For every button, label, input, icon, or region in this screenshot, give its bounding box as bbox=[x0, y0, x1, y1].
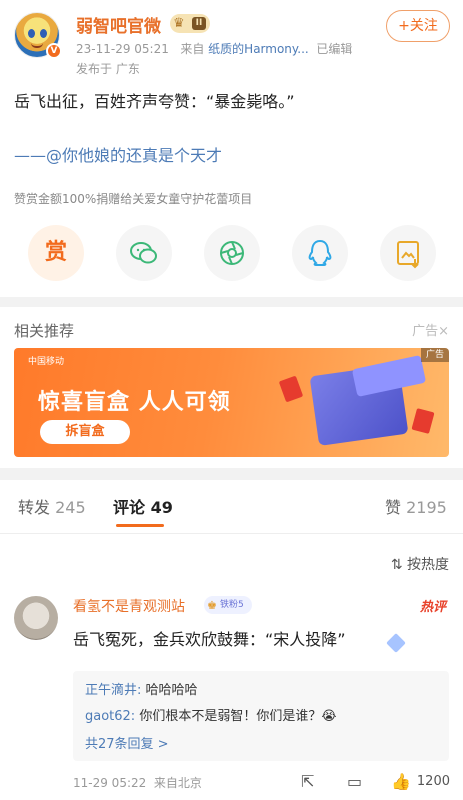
share-icon[interactable]: ⇱ bbox=[301, 772, 314, 791]
comment-text: 岳飞冤死，金兵欢欣鼓舞：“宋人投降” bbox=[73, 630, 346, 649]
red-envelope-image bbox=[411, 408, 435, 434]
feedback-tabs: 转发 245 评论 49 赞 2195 bbox=[0, 486, 463, 534]
hot-comment-tag: 热评 bbox=[419, 600, 446, 615]
sort-label: 按热度 bbox=[407, 557, 449, 573]
fan-badge[interactable]: ♚ 铁粉5 bbox=[204, 596, 252, 614]
commenter-avatar[interactable] bbox=[14, 596, 58, 640]
commenter-name[interactable]: 看氢不是青观测站 bbox=[73, 596, 185, 616]
reply-author[interactable]: gaot62: bbox=[85, 709, 135, 724]
banner-brand: 中国移动 bbox=[28, 357, 65, 367]
qq-icon bbox=[308, 239, 332, 266]
tab-reposts[interactable]: 转发 245 bbox=[18, 494, 86, 518]
comment-meta: 11-29 05:22 来自北京 bbox=[73, 774, 202, 791]
follow-button[interactable]: +关注 bbox=[386, 10, 450, 42]
tab-reposts-count: 245 bbox=[55, 498, 86, 517]
vip-badge[interactable]: ♛ II bbox=[170, 14, 210, 33]
more-replies-link[interactable]: 共27条回复 > bbox=[85, 733, 169, 752]
tab-comments[interactable]: 评论 49 bbox=[113, 494, 173, 518]
author-name[interactable]: 弱智吧官微 bbox=[76, 12, 161, 37]
section-gap bbox=[0, 297, 463, 307]
source-prefix: 来自 bbox=[180, 42, 205, 56]
reply-item: 正午滴井: 哈哈哈哈 bbox=[85, 679, 198, 698]
reward-icon: 赏 bbox=[44, 240, 67, 265]
tabs-divider bbox=[0, 533, 463, 534]
tab-likes-label: 赞 bbox=[385, 498, 402, 517]
post-meta: 23-11-29 05:21 来自 纸质的Harmony... 已编辑 bbox=[76, 40, 352, 57]
section-gap bbox=[0, 468, 463, 480]
sparkle-icon bbox=[386, 633, 406, 653]
reply-item: gaot62: 你们根本不是弱智！你们是谁？😭 bbox=[85, 705, 337, 724]
reply-text: 你们根本不是弱智！你们是谁？😭 bbox=[139, 709, 337, 724]
comment-icon[interactable]: ▭ bbox=[347, 772, 362, 791]
share-qq-button[interactable] bbox=[292, 225, 348, 281]
reply-author[interactable]: 正午滴井: bbox=[85, 683, 141, 698]
tab-comments-label: 评论 bbox=[113, 498, 146, 517]
comment-timestamp: 11-29 05:22 bbox=[73, 776, 147, 790]
reward-button[interactable]: 赏 bbox=[28, 225, 84, 281]
post-source[interactable]: 纸质的Harmony... bbox=[208, 42, 309, 56]
ad-banner[interactable]: 中国移动 惊喜盲盒 人人可领 拆盲盒 广告 bbox=[14, 348, 449, 457]
fan-badge-label: 铁粉5 bbox=[220, 600, 244, 610]
comment-footer: 11-29 05:22 来自北京 ⇱ ▭ 👍 1200 bbox=[73, 772, 450, 794]
share-wechat-button[interactable] bbox=[116, 225, 172, 281]
tab-reposts-label: 转发 bbox=[18, 498, 51, 517]
post-timestamp: 23-11-29 05:21 bbox=[76, 42, 169, 56]
crown-icon: ♛ bbox=[173, 16, 185, 31]
vip-level: II bbox=[192, 17, 206, 30]
post-mention[interactable]: ——@你他娘的还真是个天才 bbox=[14, 142, 222, 166]
share-moments-button[interactable] bbox=[204, 225, 260, 281]
red-envelope-image bbox=[278, 375, 304, 403]
post-header: V 弱智吧官微 ♛ II 23-11-29 05:21 来自 纸质的Harmon… bbox=[14, 10, 450, 76]
verified-icon: V bbox=[46, 43, 62, 59]
reply-text: 哈哈哈哈 bbox=[145, 683, 198, 698]
moments-icon bbox=[220, 241, 244, 265]
ad-close-label[interactable]: 广告× bbox=[412, 320, 449, 339]
edited-label[interactable]: 已编辑 bbox=[316, 42, 352, 56]
banner-cta-button[interactable]: 拆盲盒 bbox=[40, 420, 130, 444]
tab-comments-count: 49 bbox=[150, 498, 173, 517]
wechat-icon bbox=[130, 242, 157, 264]
reward-note: 赞赏金额100%捐赠给关爱女童守护花蕾项目 bbox=[14, 192, 253, 206]
tab-likes[interactable]: 赞 2195 bbox=[385, 494, 447, 518]
comment-location: 来自北京 bbox=[153, 776, 202, 790]
reply-preview[interactable]: 正午滴井: 哈哈哈哈 gaot62: 你们根本不是弱智！你们是谁？😭 共27条回… bbox=[73, 671, 449, 761]
tab-likes-count: 2195 bbox=[406, 498, 447, 517]
save-image-button[interactable] bbox=[380, 225, 436, 281]
like-count: 1200 bbox=[416, 774, 450, 789]
share-row: 赏 bbox=[28, 225, 438, 283]
ad-tag: 广告 bbox=[421, 348, 449, 362]
banner-headline: 惊喜盲盒 人人可领 bbox=[38, 390, 231, 415]
post-text: 岳飞出征，百姓齐声夸赞：“暴金毙咯。” bbox=[14, 92, 295, 111]
save-image-icon bbox=[397, 241, 419, 269]
comment-item: 看氢不是青观测站 ♚ 铁粉5 热评 岳飞冤死，金兵欢欣鼓舞：“宋人投降” 正午滴… bbox=[14, 594, 450, 794]
fan-badge-icon: ♚ bbox=[207, 599, 217, 612]
post-location: 发布于 广东 bbox=[76, 62, 140, 76]
sort-button[interactable]: ⇅ 按热度 bbox=[391, 554, 449, 574]
recommend-title: 相关推荐 bbox=[14, 322, 75, 340]
sort-icon: ⇅ bbox=[390, 557, 403, 573]
like-icon[interactable]: 👍 bbox=[391, 772, 411, 791]
active-tab-indicator bbox=[116, 524, 164, 527]
